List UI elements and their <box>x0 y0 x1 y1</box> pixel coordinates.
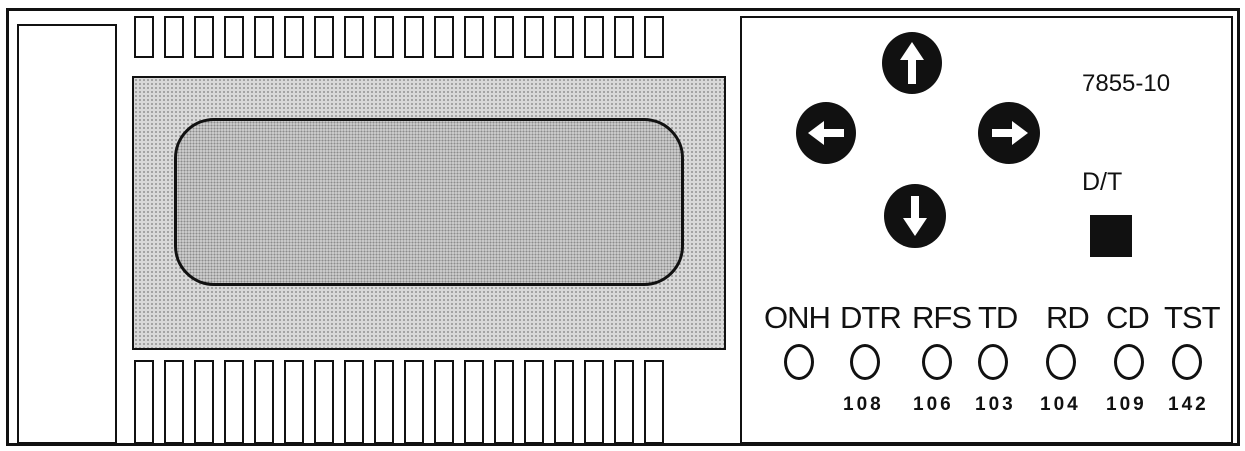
led-rfs <box>922 344 952 380</box>
led-rd <box>1046 344 1076 380</box>
left-arrow-button[interactable] <box>796 102 856 164</box>
led-dtr <box>850 344 880 380</box>
led-cd <box>1114 344 1144 380</box>
down-arrow-icon <box>903 196 927 236</box>
led-label-onh: ONH <box>764 300 831 335</box>
rack-handle <box>17 24 117 444</box>
bottom-vent-slots <box>134 360 664 444</box>
circuit-number-tst: 142 <box>1168 394 1209 415</box>
led-label-tst: TST <box>1164 300 1221 335</box>
lcd-display <box>174 118 684 286</box>
circuit-number-td: 103 <box>975 394 1016 415</box>
right-arrow-icon <box>992 121 1028 145</box>
dt-label: D/T <box>1082 168 1123 196</box>
down-arrow-button[interactable] <box>884 184 946 248</box>
model-number: 7855-10 <box>1082 70 1171 97</box>
up-arrow-button[interactable] <box>882 32 942 94</box>
led-label-dtr: DTR <box>840 300 902 335</box>
circuit-number-rd: 104 <box>1040 394 1081 415</box>
led-label-td: TD <box>978 300 1018 335</box>
up-arrow-icon <box>900 42 924 84</box>
led-onh <box>784 344 814 380</box>
circuit-number-dtr: 108 <box>843 394 884 415</box>
right-arrow-button[interactable] <box>978 102 1040 164</box>
led-label-rd: RD <box>1046 300 1090 335</box>
top-vent-slots <box>134 16 664 58</box>
led-label-rfs: RFS <box>912 300 972 335</box>
led-tst <box>1172 344 1202 380</box>
left-arrow-icon <box>808 121 844 145</box>
led-td <box>978 344 1008 380</box>
circuit-number-rfs: 106 <box>913 394 954 415</box>
circuit-number-cd: 109 <box>1106 394 1147 415</box>
dt-button[interactable] <box>1090 215 1132 257</box>
led-label-cd: CD <box>1106 300 1150 335</box>
